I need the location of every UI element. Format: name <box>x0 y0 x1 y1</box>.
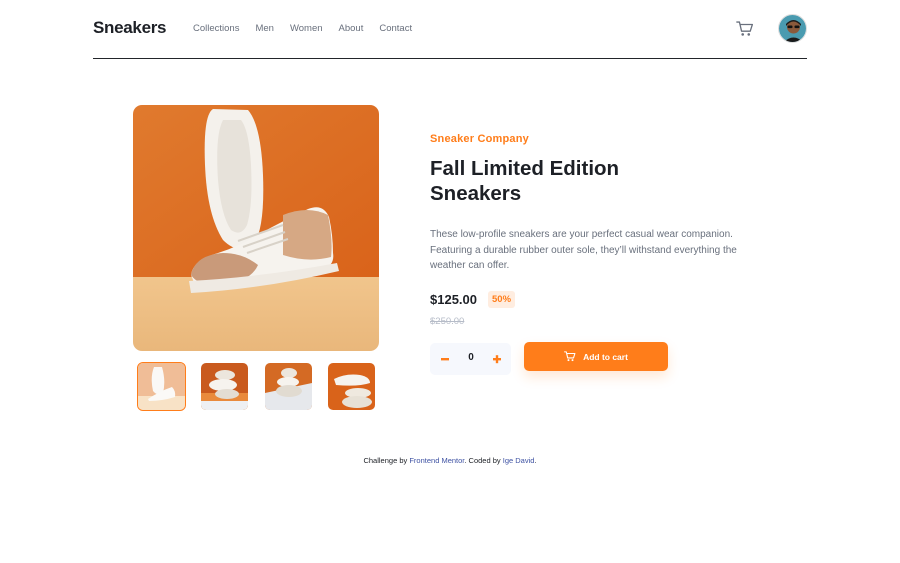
company-name: Sneaker Company <box>430 133 529 145</box>
discount-badge: 50% <box>488 291 516 308</box>
attribution-prefix: Challenge by <box>363 456 410 465</box>
main-product-image[interactable] <box>133 105 379 351</box>
cart-icon[interactable] <box>736 20 754 38</box>
add-to-cart-button[interactable]: Add to cart <box>524 342 668 371</box>
product-title: Fall Limited Edition Sneakers <box>430 157 620 205</box>
main-nav: Collections Men Women About Contact <box>193 23 428 34</box>
author-link[interactable]: Ige David <box>503 456 535 465</box>
site-header: Sneakers Collections Men Women About Con… <box>93 0 807 59</box>
attribution-middle: . Coded by <box>464 456 503 465</box>
thumbnail-3[interactable] <box>265 363 312 410</box>
quantity-value: 0 <box>468 352 474 363</box>
quantity-stepper: 0 <box>430 343 511 375</box>
thumbnail-2[interactable] <box>201 363 248 410</box>
nav-men[interactable]: Men <box>255 23 273 34</box>
nav-contact[interactable]: Contact <box>379 23 412 34</box>
product-description: These low-profile sneakers are your perf… <box>430 229 737 271</box>
minus-icon[interactable] <box>439 351 451 367</box>
attribution-suffix: . <box>534 456 537 465</box>
avatar[interactable] <box>778 14 807 43</box>
plus-icon[interactable] <box>491 351 503 367</box>
nav-about[interactable]: About <box>339 23 364 34</box>
nav-collections[interactable]: Collections <box>193 23 239 34</box>
frontend-mentor-link[interactable]: Frontend Mentor <box>409 456 464 465</box>
current-price: $125.00 <box>430 292 477 307</box>
attribution: Challenge by Frontend Mentor. Coded by I… <box>0 456 900 465</box>
add-to-cart-label: Add to cart <box>583 351 628 362</box>
thumbnail-4[interactable] <box>328 363 375 410</box>
thumbnail-1[interactable] <box>137 362 186 411</box>
nav-women[interactable]: Women <box>290 23 323 34</box>
original-price: $250.00 <box>430 316 465 327</box>
cart-icon <box>564 351 576 362</box>
logo[interactable]: Sneakers <box>93 18 167 38</box>
